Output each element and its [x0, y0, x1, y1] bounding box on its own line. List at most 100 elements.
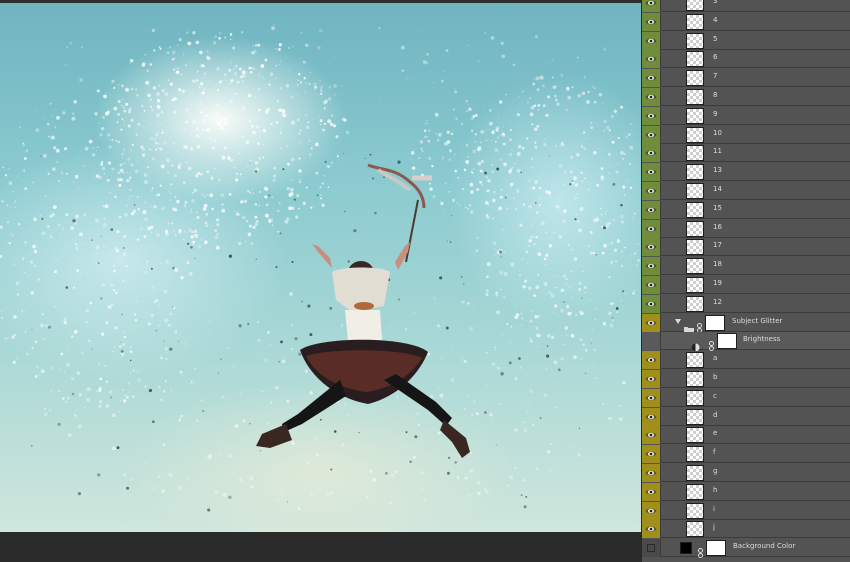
layer-thumbnail[interactable] — [686, 295, 704, 312]
layer-visibility-eye-icon[interactable] — [642, 407, 661, 426]
layer-thumbnail[interactable] — [686, 258, 704, 275]
layer-mask-thumbnail[interactable] — [705, 314, 725, 331]
layer-visibility-eye-icon[interactable] — [642, 276, 661, 294]
layer-row[interactable]: Subject Glitter — [642, 313, 850, 334]
layer-row[interactable]: 19 — [642, 276, 850, 294]
layer-mask-thumbnail[interactable] — [706, 540, 726, 557]
layer-row[interactable]: 11 — [642, 144, 850, 163]
layer-visibility-eye-icon[interactable] — [642, 238, 661, 257]
layer-row[interactable]: 10 — [642, 125, 850, 144]
layer-thumbnail[interactable] — [686, 427, 704, 444]
layer-row[interactable]: i — [642, 501, 850, 520]
layer-thumbnail[interactable] — [686, 126, 704, 143]
layer-row[interactable]: g — [642, 464, 850, 482]
layer-visibility-eye-icon[interactable] — [642, 69, 661, 88]
layer-thumbnail[interactable] — [686, 352, 704, 369]
layer-visibility-eye-icon[interactable] — [642, 464, 661, 482]
layer-visibility-eye-icon[interactable] — [642, 163, 661, 182]
layer-thumbnail[interactable] — [686, 145, 704, 162]
layer-visibility-eye-icon[interactable] — [642, 445, 661, 464]
layer-visibility-eye-icon[interactable] — [642, 12, 661, 31]
layer-thumbnail[interactable] — [686, 51, 704, 68]
glitter-sparkle — [569, 170, 574, 174]
layer-visibility-eye-icon[interactable] — [642, 520, 661, 539]
layer-thumbnail[interactable] — [686, 277, 704, 293]
layer-visibility-eye-icon[interactable] — [642, 313, 661, 332]
layer-row[interactable]: 5 — [642, 31, 850, 50]
layer-row[interactable]: 3 — [642, 0, 850, 12]
layer-row[interactable]: 13 — [642, 163, 850, 182]
layer-thumbnail[interactable] — [686, 389, 704, 406]
layer-thumbnail[interactable] — [686, 239, 704, 256]
layer-row[interactable]: 4 — [642, 12, 850, 31]
layer-visibility-eye-icon[interactable] — [642, 182, 661, 200]
layer-visibility-eye-icon[interactable] — [642, 219, 661, 238]
layer-thumbnail[interactable] — [686, 183, 704, 199]
layer-visibility-eye-icon[interactable] — [642, 482, 661, 501]
layer-thumbnail[interactable] — [686, 371, 704, 387]
layer-visibility-eye-icon[interactable] — [642, 200, 661, 219]
layer-row[interactable]: h — [642, 482, 850, 501]
layer-visibility-eye-icon[interactable] — [642, 125, 661, 144]
glitter-sparkle — [467, 155, 469, 158]
layer-row[interactable]: 8 — [642, 88, 850, 106]
layer-thumbnail[interactable] — [686, 502, 704, 519]
layer-thumbnail[interactable] — [686, 446, 704, 463]
layer-thumbnail[interactable] — [686, 220, 704, 237]
layer-row[interactable]: 14 — [642, 182, 850, 200]
layer-row[interactable]: a — [642, 351, 850, 370]
layer-thumbnail[interactable] — [686, 164, 704, 181]
glitter-sparkle — [107, 133, 111, 137]
layer-row[interactable]: 17 — [642, 238, 850, 257]
layer-thumbnail[interactable] — [686, 89, 704, 105]
layer-thumbnail[interactable] — [686, 408, 704, 425]
layer-row[interactable]: 18 — [642, 257, 850, 276]
layer-mask-thumbnail[interactable] — [717, 333, 737, 350]
layer-visibility-eye-icon[interactable] — [642, 351, 661, 370]
layer-row[interactable]: b — [642, 370, 850, 388]
layer-visibility-eye-icon[interactable] — [642, 106, 661, 125]
layer-row[interactable]: j — [642, 520, 850, 539]
layer-row[interactable]: 16 — [642, 219, 850, 238]
layer-row[interactable]: 7 — [642, 69, 850, 88]
layer-row[interactable]: c — [642, 388, 850, 407]
layer-visibility-eye-icon[interactable] — [642, 257, 661, 276]
layer-row[interactable]: Brightness — [642, 332, 850, 352]
glitter-sparkle — [24, 330, 27, 333]
layer-visibility-eye-icon[interactable] — [642, 294, 661, 313]
layer-thumbnail[interactable] — [686, 70, 704, 87]
layer-visibility-eye-icon[interactable] — [642, 50, 661, 69]
layer-visibility-eye-icon[interactable] — [642, 388, 661, 407]
layer-row[interactable]: f — [642, 445, 850, 464]
layer-visibility-eye-icon[interactable] — [642, 426, 661, 445]
color-fill-swatch[interactable] — [680, 542, 692, 555]
layer-thumbnail[interactable] — [686, 483, 704, 500]
glitter-sparkle — [124, 120, 126, 122]
layer-thumbnail[interactable] — [686, 0, 704, 11]
layer-row[interactable]: e — [642, 426, 850, 445]
layer-row[interactable]: Background Color — [642, 539, 850, 559]
layer-visibility-eye-icon[interactable] — [642, 539, 661, 558]
layer-thumbnail[interactable] — [686, 201, 704, 218]
glitter-sparkle — [500, 130, 503, 132]
layer-thumbnail[interactable] — [686, 465, 704, 481]
layer-visibility-eye-icon[interactable] — [642, 0, 661, 12]
layer-row[interactable]: 6 — [642, 50, 850, 69]
layer-row[interactable]: 15 — [642, 200, 850, 219]
layer-thumbnail[interactable] — [686, 521, 704, 538]
document-canvas[interactable] — [0, 0, 641, 532]
layer-row[interactable]: d — [642, 407, 850, 426]
layer-row[interactable]: 12 — [642, 294, 850, 313]
glitter-sparkle — [509, 197, 511, 199]
expand-triangle-icon[interactable] — [675, 318, 681, 324]
layer-visibility-eye-icon[interactable] — [642, 88, 661, 106]
layer-row[interactable]: 9 — [642, 106, 850, 125]
layer-visibility-eye-icon[interactable] — [642, 370, 661, 388]
layer-visibility-eye-icon[interactable] — [642, 501, 661, 520]
layer-thumbnail[interactable] — [686, 13, 704, 30]
layer-thumbnail[interactable] — [686, 107, 704, 124]
layer-thumbnail[interactable] — [686, 32, 704, 49]
layer-visibility-eye-icon[interactable] — [642, 332, 661, 351]
layer-visibility-eye-icon[interactable] — [642, 31, 661, 50]
layer-visibility-eye-icon[interactable] — [642, 144, 661, 163]
